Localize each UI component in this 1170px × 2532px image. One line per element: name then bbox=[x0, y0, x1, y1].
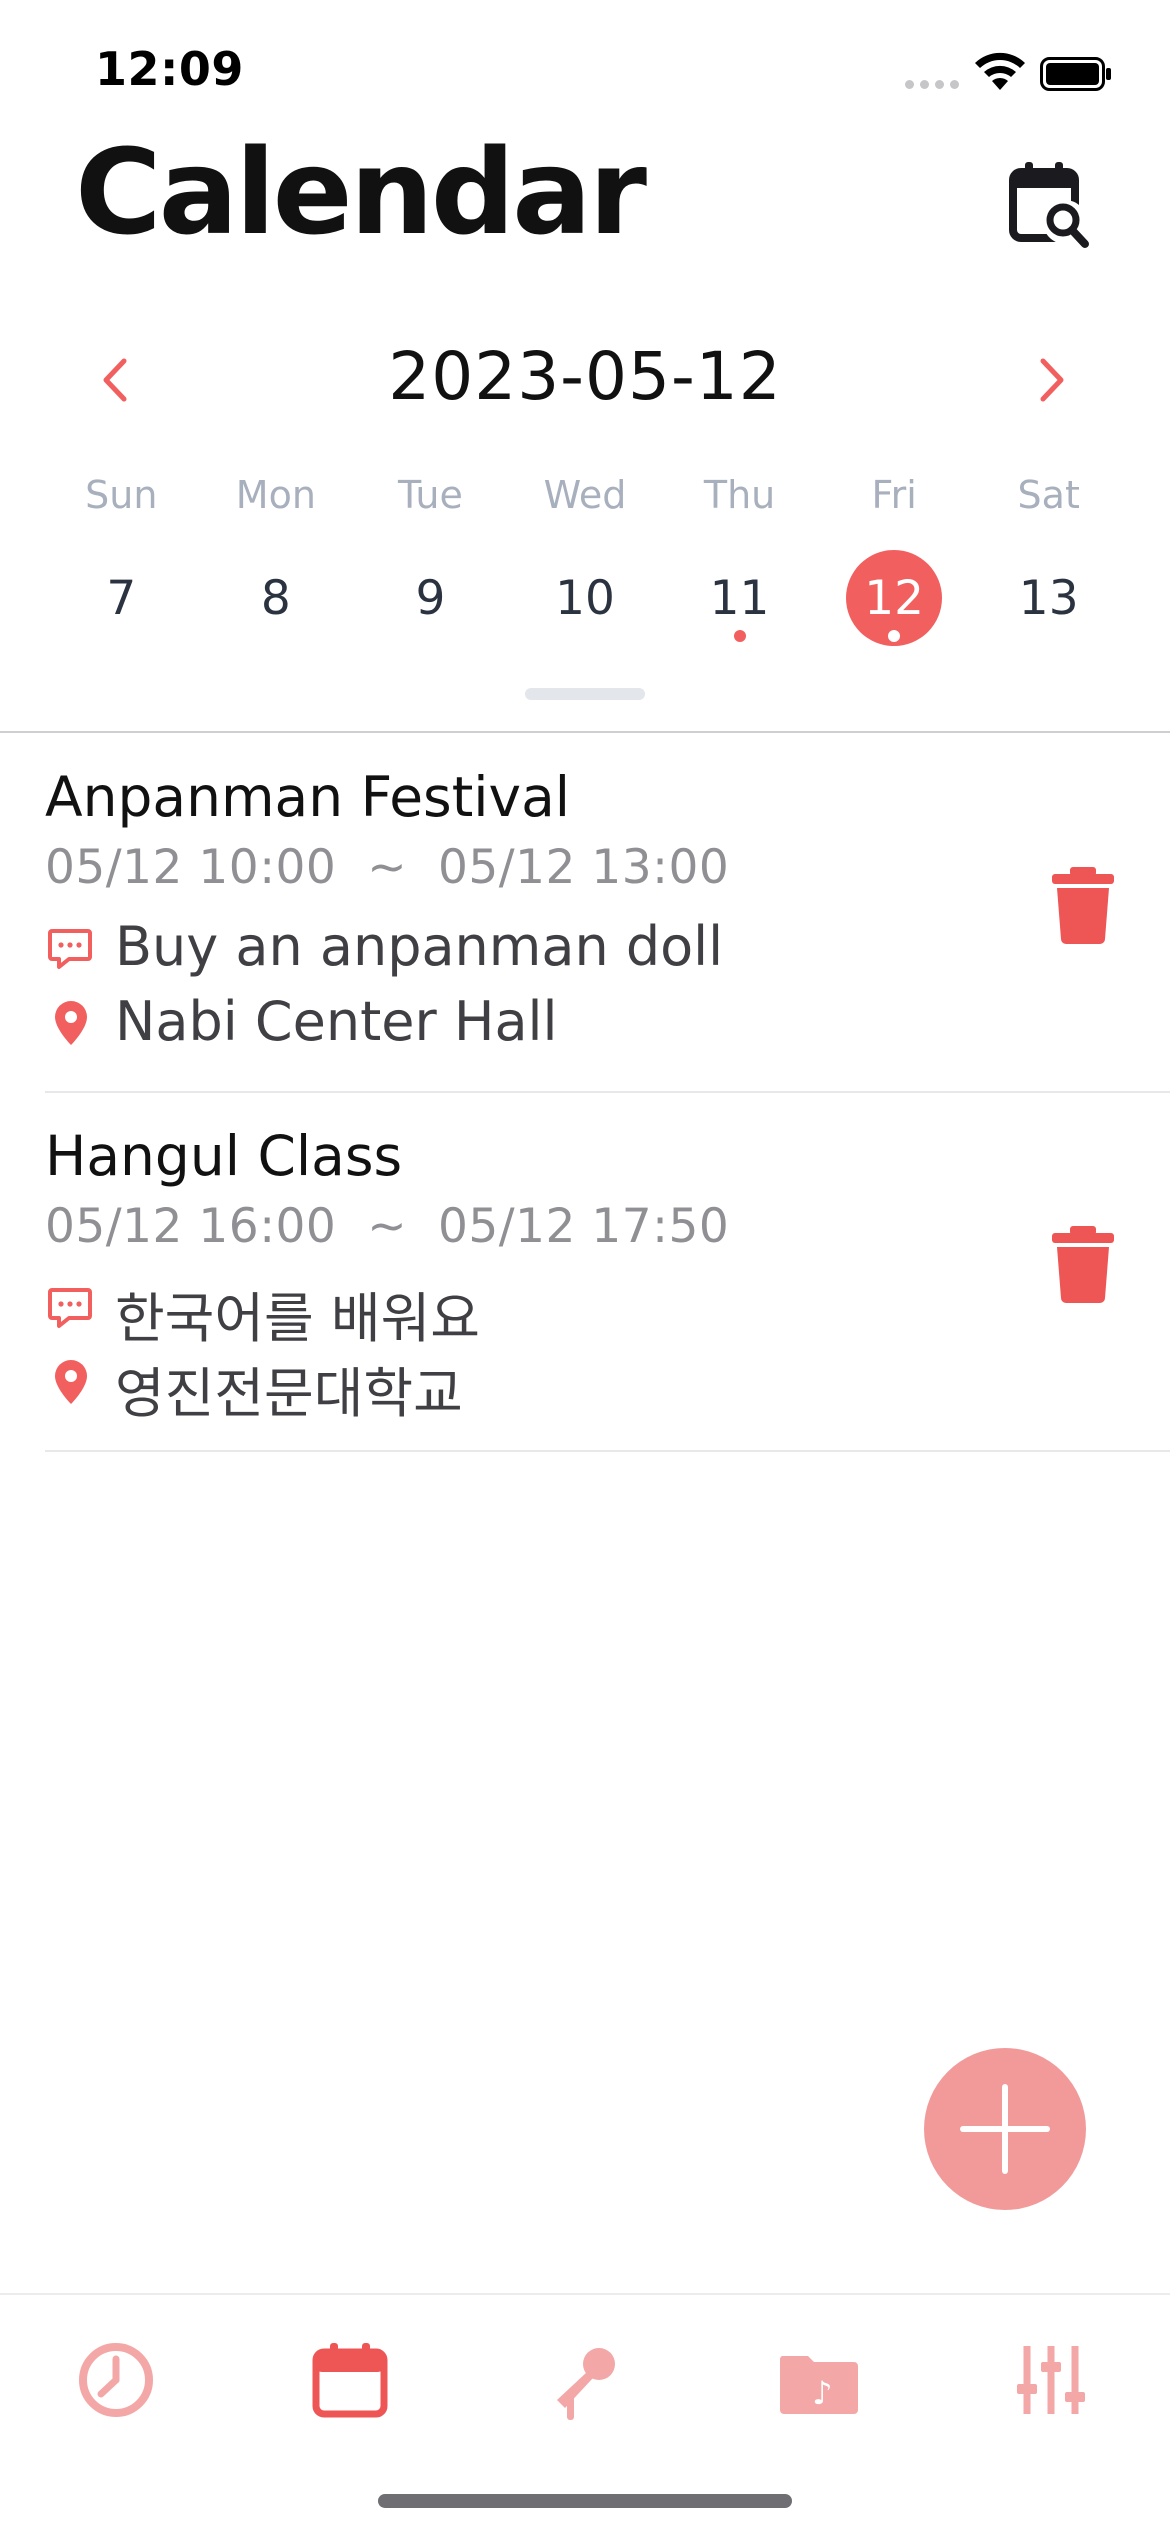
day-number: 13 bbox=[1018, 570, 1079, 626]
tab-clock[interactable] bbox=[71, 2335, 161, 2425]
weekday-mon: Mon bbox=[235, 473, 316, 517]
event-location: Nabi Center Hall bbox=[115, 990, 558, 1053]
event-time-range: 05/12 16:00 ~ 05/12 17:50 bbox=[45, 1199, 730, 1254]
home-indicator bbox=[378, 2494, 792, 2508]
weekday-sat: Sat bbox=[1017, 473, 1080, 517]
status-bar: 12:09 bbox=[0, 0, 1170, 140]
event-dot-indicator bbox=[733, 630, 746, 642]
weekday-sun: Sun bbox=[85, 473, 158, 517]
tab-microphone[interactable] bbox=[540, 2335, 630, 2425]
event-list-item[interactable]: Hangul Class 05/12 16:00 ~ 05/12 17:50 한… bbox=[45, 1094, 1170, 1452]
microphone-icon bbox=[557, 2348, 615, 2420]
event-note: 한국어를 배워요 bbox=[115, 1287, 480, 1350]
day-number: 9 bbox=[415, 570, 446, 626]
divider bbox=[45, 1450, 1170, 1452]
wifi-icon bbox=[975, 52, 1025, 90]
tab-calendar[interactable] bbox=[305, 2335, 395, 2425]
svg-text:♪: ♪ bbox=[812, 2374, 832, 2412]
chevron-right-icon bbox=[1040, 358, 1064, 402]
cellular-signal-icon bbox=[905, 80, 959, 89]
delete-trash-icon[interactable] bbox=[1048, 865, 1118, 945]
day-cell[interactable]: 8 bbox=[199, 548, 354, 648]
weekday-tue: Tue bbox=[397, 473, 463, 517]
event-title: Anpanman Festival bbox=[45, 765, 571, 829]
event-location: 영진전문대학교 bbox=[115, 1362, 463, 1425]
event-title: Hangul Class bbox=[45, 1124, 403, 1188]
weekday-thu: Thu bbox=[703, 473, 776, 517]
message-icon bbox=[48, 1288, 92, 1328]
day-cell[interactable]: 10 bbox=[508, 548, 663, 648]
divider bbox=[0, 731, 1170, 733]
day-number: 12 bbox=[864, 570, 925, 626]
page-title: Calendar bbox=[75, 123, 647, 261]
plus-icon bbox=[960, 2084, 1050, 2174]
weekday-header: Sun Mon Tue Wed Thu Fri Sat bbox=[44, 465, 1126, 525]
divider bbox=[45, 1091, 1170, 1093]
sliders-icon bbox=[1017, 2346, 1085, 2414]
battery-icon bbox=[1040, 57, 1111, 91]
status-time: 12:09 bbox=[95, 42, 244, 96]
day-cell[interactable]: 12 bbox=[817, 548, 972, 648]
calendar-search-icon[interactable] bbox=[1005, 160, 1097, 252]
calendar-icon bbox=[312, 2343, 388, 2418]
next-date-button[interactable] bbox=[1022, 345, 1082, 415]
delete-trash-icon[interactable] bbox=[1048, 1224, 1118, 1304]
sheet-grabber-handle[interactable] bbox=[525, 688, 645, 700]
tab-music-folder[interactable]: ♪ bbox=[773, 2335, 863, 2425]
location-pin-icon bbox=[55, 1360, 87, 1404]
message-icon bbox=[48, 929, 92, 969]
day-cell[interactable]: 13 bbox=[971, 548, 1126, 648]
music-folder-icon: ♪ bbox=[779, 2356, 858, 2414]
day-number: 7 bbox=[106, 570, 137, 626]
clock-icon bbox=[79, 2343, 153, 2417]
week-days-row: 7 8 9 10 11 12 13 bbox=[44, 548, 1126, 648]
event-dot-indicator bbox=[888, 630, 901, 642]
event-time-range: 05/12 10:00 ~ 05/12 13:00 bbox=[45, 840, 730, 895]
tab-settings[interactable] bbox=[1006, 2335, 1096, 2425]
weekday-fri: Fri bbox=[871, 473, 917, 517]
day-cell[interactable]: 9 bbox=[353, 548, 508, 648]
location-pin-icon bbox=[55, 1001, 87, 1045]
event-list-item[interactable]: Anpanman Festival 05/12 10:00 ~ 05/12 13… bbox=[45, 735, 1170, 1093]
day-number: 10 bbox=[555, 570, 615, 626]
day-number: 11 bbox=[709, 570, 770, 626]
day-cell[interactable]: 11 bbox=[662, 548, 817, 648]
add-event-button[interactable] bbox=[924, 2048, 1086, 2210]
current-date-label: 2023-05-12 bbox=[388, 338, 782, 415]
weekday-wed: Wed bbox=[543, 473, 627, 517]
day-number: 8 bbox=[260, 570, 291, 626]
event-note: Buy an anpanman doll bbox=[115, 915, 724, 978]
day-cell[interactable]: 7 bbox=[44, 548, 199, 648]
